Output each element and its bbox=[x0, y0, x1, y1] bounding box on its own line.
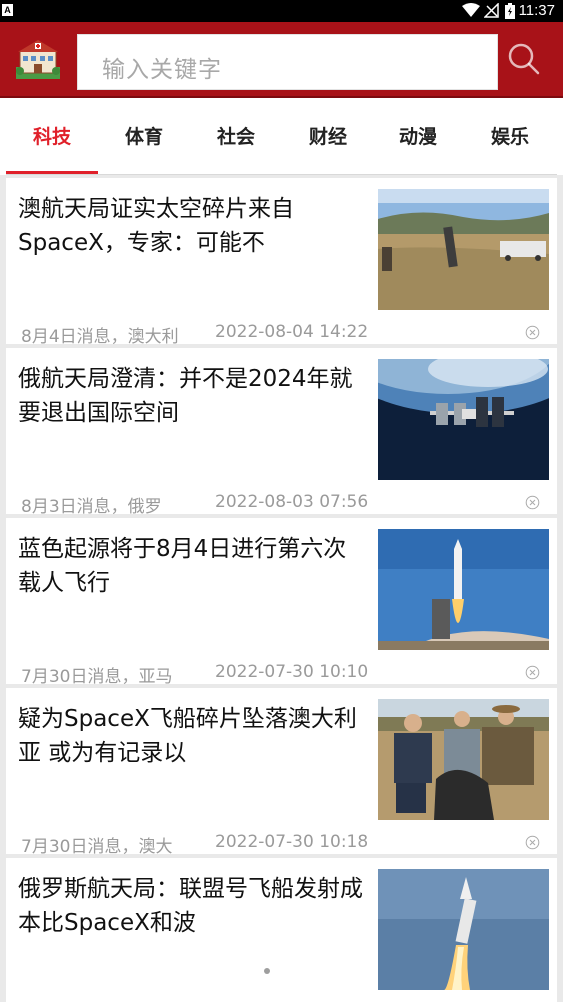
news-item[interactable]: 俄罗斯航天局：联盟号飞船发射成本比SpaceX和波 bbox=[6, 858, 557, 1002]
news-thumbnail[interactable] bbox=[378, 869, 549, 990]
news-thumbnail[interactable] bbox=[378, 699, 549, 820]
news-item[interactable]: 蓝色起源将于8月4日进行第六次载人飞行 7月30日消息，亚马 2022-07-3… bbox=[6, 518, 557, 687]
search-input[interactable]: 输入关键字 bbox=[77, 34, 498, 90]
news-thumbnail[interactable] bbox=[378, 189, 549, 310]
news-source: 7月30日消息，澳大 bbox=[21, 837, 173, 857]
close-icon[interactable] bbox=[525, 325, 540, 340]
active-tab-indicator bbox=[6, 171, 98, 174]
news-meta: 7月30日消息，亚马 2022-07-30 10:10 bbox=[21, 662, 368, 687]
news-thumbnail[interactable] bbox=[378, 359, 549, 480]
news-title[interactable]: 蓝色起源将于8月4日进行第六次载人飞行 bbox=[18, 532, 363, 600]
news-datetime: 2022-07-30 10:18 bbox=[215, 832, 369, 852]
news-meta: 8月4日消息，澳大利 2022-08-04 14:22 bbox=[21, 322, 368, 347]
news-title[interactable]: 俄罗斯航天局：联盟号飞船发射成本比SpaceX和波 bbox=[18, 872, 363, 940]
news-datetime: 2022-08-03 07:56 bbox=[215, 492, 369, 512]
tab-society[interactable]: 社会 bbox=[190, 122, 282, 149]
battery-icon bbox=[505, 3, 515, 19]
search-icon[interactable] bbox=[507, 42, 541, 76]
close-icon[interactable] bbox=[525, 835, 540, 850]
news-source: 8月3日消息，俄罗 bbox=[21, 497, 162, 517]
hospital-logo-icon[interactable] bbox=[14, 37, 62, 81]
status-bar: A 11:37 bbox=[0, 0, 563, 22]
tab-finance[interactable]: 财经 bbox=[282, 122, 374, 149]
clock: 11:37 bbox=[518, 2, 555, 19]
news-source: 8月4日消息，澳大利 bbox=[21, 327, 179, 347]
news-item[interactable]: 俄航天局澄清：并不是2024年就要退出国际空间 8月3日消息，俄罗 2022-0… bbox=[6, 348, 557, 517]
close-icon[interactable] bbox=[525, 665, 540, 680]
news-datetime: 2022-07-30 10:10 bbox=[215, 662, 369, 682]
news-datetime: 2022-08-04 14:22 bbox=[215, 322, 369, 342]
close-icon[interactable] bbox=[525, 495, 540, 510]
news-title[interactable]: 俄航天局澄清：并不是2024年就要退出国际空间 bbox=[18, 362, 363, 430]
category-tabs: 科技 体育 社会 财经 动漫 娱乐 bbox=[6, 98, 557, 175]
notification-icon: A bbox=[2, 4, 13, 16]
tab-anime[interactable]: 动漫 bbox=[372, 122, 464, 149]
tab-sports[interactable]: 体育 bbox=[98, 122, 190, 149]
news-item[interactable]: 澳航天局证实太空碎片来自SpaceX，专家：可能不 8月4日消息，澳大利 202… bbox=[6, 178, 557, 347]
tab-tech[interactable]: 科技 bbox=[6, 122, 98, 149]
news-item[interactable]: 疑为SpaceX飞船碎片坠落澳大利亚 或为有记录以 7月30日消息，澳大 202… bbox=[6, 688, 557, 857]
search-placeholder: 输入关键字 bbox=[102, 57, 222, 83]
tab-entertainment[interactable]: 娱乐 bbox=[464, 122, 556, 149]
news-source: 7月30日消息，亚马 bbox=[21, 667, 173, 687]
news-thumbnail[interactable] bbox=[378, 529, 549, 650]
app-header: 输入关键字 bbox=[0, 22, 563, 98]
news-feed[interactable]: 澳航天局证实太空碎片来自SpaceX，专家：可能不 8月4日消息，澳大利 202… bbox=[0, 175, 563, 1002]
news-title[interactable]: 澳航天局证实太空碎片来自SpaceX，专家：可能不 bbox=[18, 192, 363, 260]
news-title[interactable]: 疑为SpaceX飞船碎片坠落澳大利亚 或为有记录以 bbox=[18, 702, 363, 770]
news-meta: 7月30日消息，澳大 2022-07-30 10:18 bbox=[21, 832, 368, 857]
wifi-icon bbox=[462, 3, 480, 17]
signal-icon bbox=[484, 3, 499, 18]
scroll-indicator bbox=[264, 968, 270, 974]
news-meta: 8月3日消息，俄罗 2022-08-03 07:56 bbox=[21, 492, 368, 517]
